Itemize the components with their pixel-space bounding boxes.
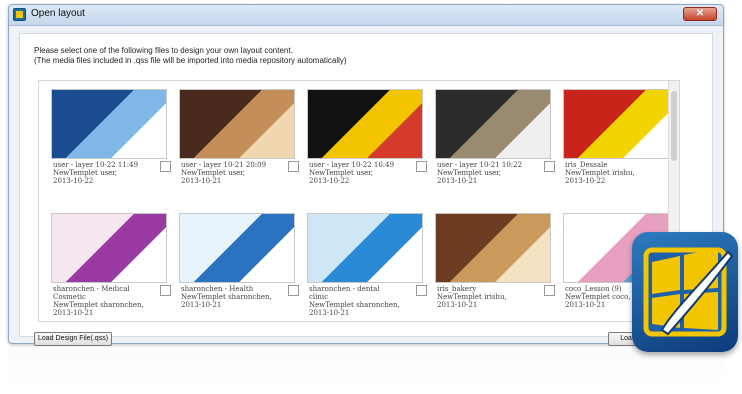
thumbnail-image[interactable] [51,213,167,283]
thumbnail-image[interactable] [179,89,295,159]
thumbnail-caption: user - layer 10-22 16:49 NewTemplet user… [309,161,395,185]
thumbnail-card[interactable]: user - layer 10-21 20:09 NewTemplet user… [179,89,299,207]
window-paintbrush-icon [643,247,734,337]
select-checkbox[interactable] [544,161,555,172]
dialog-content: Please select one of the following files… [19,33,713,346]
select-checkbox[interactable] [160,285,171,296]
instruction-line-1: Please select one of the following files… [34,46,293,55]
thumbnail-card[interactable]: sharonchen - dental clinic NewTemplet sh… [307,213,427,321]
thumbnail-card[interactable]: sharonchen - Health NewTemplet sharonche… [179,213,299,321]
thumbnail-card[interactable]: iris_bakery NewTemplet irishu, 2013-10-2… [435,213,555,321]
title-bar: Open layout ✕ [9,5,723,26]
thumbnail-card[interactable]: user - layer 10-22 11:49 NewTemplet user… [51,89,171,207]
select-checkbox[interactable] [416,285,427,296]
thumbnail-card[interactable]: iris_Dessale NewTemplet irishu, 2013-10-… [563,89,679,207]
thumbnail-caption: user - layer 10-21 20:09 NewTemplet user… [181,161,267,185]
thumbnail-card[interactable]: user - layer 10-21 10:22 NewTemplet user… [435,89,555,207]
app-icon [13,8,26,21]
instruction-line-2: (The media files included in .qss file w… [34,56,347,65]
thumbnail-caption: user - layer 10-21 10:22 NewTemplet user… [437,161,523,185]
thumbnail-caption: user - layer 10-22 11:49 NewTemplet user… [53,161,139,185]
thumbnail-image[interactable] [435,89,551,159]
thumbnail-image[interactable] [563,89,679,159]
thumbnail-card[interactable]: sharonchen - Medical Cosmetic NewTemplet… [51,213,171,321]
thumbnail-caption: iris_bakery NewTemplet irishu, 2013-10-2… [437,285,507,309]
window-title: Open layout [31,8,85,19]
select-checkbox[interactable] [416,161,427,172]
window-reflection [8,346,724,394]
thumbnail-caption: iris_Dessale NewTemplet irishu, 2013-10-… [565,161,635,185]
close-button[interactable]: ✕ [683,7,717,21]
app-badge [632,232,738,352]
load-design-file-button[interactable]: Load Design File(.qss) [34,332,113,346]
thumbnail-caption: sharonchen - Medical Cosmetic NewTemplet… [53,285,144,317]
thumbnail-caption: sharonchen - dental clinic NewTemplet sh… [309,285,400,317]
thumbnail-caption: sharonchen - Health NewTemplet sharonche… [181,285,272,309]
thumbnail-image[interactable] [179,213,295,283]
scrollbar-thumb[interactable] [671,91,677,161]
select-checkbox[interactable] [288,285,299,296]
thumbnail-image[interactable] [51,89,167,159]
thumbnail-image[interactable] [435,213,551,283]
select-checkbox[interactable] [544,285,555,296]
thumbnail-card[interactable]: user - layer 10-22 16:49 NewTemplet user… [307,89,427,207]
open-layout-window: Open layout ✕ Please select one of the f… [8,4,724,346]
layout-gallery[interactable]: user - layer 10-22 11:49 NewTemplet user… [38,80,680,322]
select-checkbox[interactable] [160,161,171,172]
select-checkbox[interactable] [288,161,299,172]
instructions: Please select one of the following files… [34,46,347,66]
thumbnail-image[interactable] [307,89,423,159]
thumbnail-image[interactable] [307,213,423,283]
